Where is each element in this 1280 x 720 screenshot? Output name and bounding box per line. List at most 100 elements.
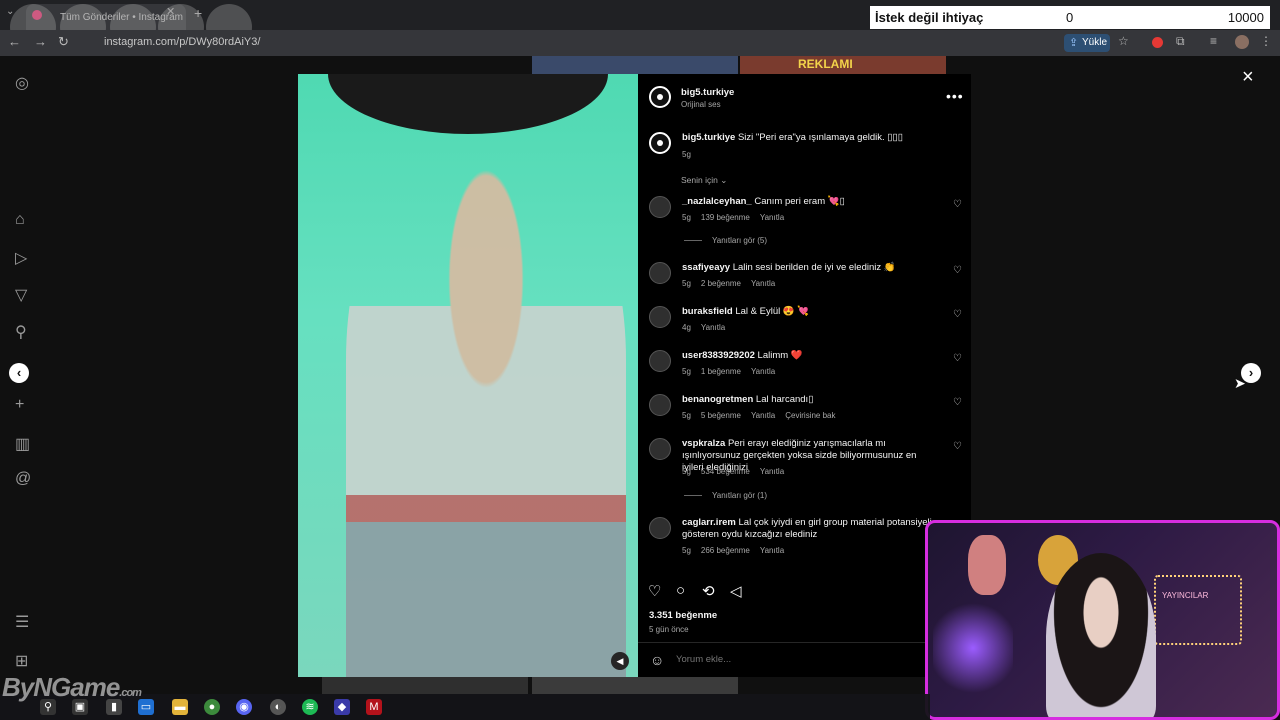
comment-time: 4g [682, 323, 691, 332]
browser-menu-icon[interactable]: ⋮ [1260, 34, 1272, 48]
comment-username[interactable]: ssafiyeayy [682, 262, 730, 273]
view-replies-label: Yanıtları gör (1) [712, 491, 767, 500]
comment-action[interactable]: Yanıtla [701, 323, 725, 332]
comment-action[interactable]: Çevirisine bak [785, 411, 835, 420]
caption-avatar[interactable] [649, 132, 671, 154]
menu-icon[interactable]: ☰ [15, 612, 29, 632]
comment-action[interactable]: 139 beğenme [701, 213, 750, 222]
comment-meta: 4g Yanıtla [682, 323, 735, 332]
view-replies-label: Yanıtları gör (5) [712, 236, 767, 245]
author-username[interactable]: big5.turkiye [681, 87, 734, 98]
chrome-icon[interactable]: ● [204, 699, 220, 715]
like-count[interactable]: 3.351 beğenme [649, 610, 717, 621]
comment-meta: 5g 266 beğenme Yanıtla [682, 546, 794, 555]
mcafee-icon[interactable]: M [366, 699, 382, 715]
upload-button[interactable]: ⇪ Yükle [1064, 34, 1110, 52]
extension-record-icon[interactable] [1152, 37, 1163, 48]
comment-avatar[interactable] [649, 262, 671, 284]
comment-avatar[interactable] [649, 438, 671, 460]
like-icon[interactable]: ♡ [648, 582, 661, 600]
comment-action[interactable]: 266 beğenme [701, 546, 750, 555]
obs-icon[interactable]: ◐ [270, 699, 286, 715]
caption-username[interactable]: big5.turkiye [682, 132, 735, 143]
reels-icon[interactable]: ▷ [15, 248, 27, 268]
reload-icon[interactable]: ↻ [58, 34, 69, 50]
close-modal-icon[interactable]: × [1242, 66, 1254, 89]
repost-icon[interactable]: ⟲ [702, 582, 715, 600]
view-replies-button[interactable]: Yanıtları gör (5) [684, 236, 767, 245]
comment-text: benanogretmen Lal harcandı▯ [682, 394, 937, 406]
watermark-main: ByNGame [2, 672, 120, 702]
post-date: 5 gün önce [649, 625, 689, 634]
author-avatar[interactable] [649, 86, 671, 108]
comment-body: Canım peri eram 💘▯ [754, 196, 845, 207]
post-video[interactable] [298, 74, 638, 677]
comment-action[interactable]: Yanıtla [760, 467, 784, 476]
comment-meta: 5g 534 beğenme Yanıtla [682, 467, 794, 476]
comment-icon[interactable]: ○ [676, 582, 685, 599]
messages-icon[interactable]: ▽ [15, 285, 27, 305]
emoji-icon[interactable]: ☺ [650, 652, 664, 668]
streamer [1046, 553, 1156, 717]
share-icon[interactable]: ◁ [730, 582, 742, 600]
comment-action[interactable]: 5 beğenme [701, 411, 741, 420]
comment-like-icon[interactable]: ♡ [953, 199, 962, 210]
address-bar[interactable]: instagram.com/p/DWy80rdAiY3/ [104, 36, 260, 48]
threads-icon[interactable]: @ [15, 470, 31, 488]
comment-avatar[interactable] [649, 306, 671, 328]
profile-avatar[interactable] [1235, 35, 1249, 49]
back-icon[interactable]: ← [8, 34, 21, 49]
comment-action[interactable]: 534 beğenme [701, 467, 750, 476]
comment-avatar[interactable] [649, 196, 671, 218]
comment-action[interactable]: Yanıtla [751, 279, 775, 288]
comment-text: ssafiyeayy Lalin sesi berilden de iyi ve… [682, 262, 937, 274]
comment-like-icon[interactable]: ♡ [953, 309, 962, 320]
comment-action[interactable]: Yanıtla [751, 367, 775, 376]
search-icon[interactable]: ⚲ [15, 322, 27, 342]
discord-icon[interactable]: ◉ [236, 699, 252, 715]
video-performer [346, 144, 626, 677]
previous-post-button[interactable]: ‹ [9, 363, 29, 383]
media-icon[interactable]: ≡ [1210, 34, 1217, 48]
goal-target: 10000 [1227, 10, 1264, 25]
backdrop-thumbnail [532, 677, 738, 694]
comment-action[interactable]: Yanıtla [760, 213, 784, 222]
instagram-logo-icon[interactable]: ◎ [15, 73, 29, 93]
mute-icon[interactable]: ◀ [611, 652, 629, 670]
comment-action[interactable]: Yanıtla [751, 411, 775, 420]
view-replies-button[interactable]: Yanıtları gör (1) [684, 491, 767, 500]
comment-sort-dropdown[interactable]: Senin için ⌄ [681, 175, 727, 186]
comment-body: Lalimm ❤️ [757, 350, 803, 361]
app-icon[interactable]: ◆ [334, 699, 350, 715]
audio-label[interactable]: Orijinal ses [681, 100, 721, 109]
comment-like-icon[interactable]: ♡ [953, 353, 962, 364]
comment-username[interactable]: caglarr.irem [682, 517, 736, 528]
comment-avatar[interactable] [649, 394, 671, 416]
comment-like-icon[interactable]: ♡ [953, 397, 962, 408]
folder-icon[interactable]: ▬ [172, 699, 188, 715]
create-icon[interactable]: + [15, 396, 24, 414]
home-icon[interactable]: ⌂ [15, 211, 25, 229]
comment-like-icon[interactable]: ♡ [953, 265, 962, 276]
comment-avatar[interactable] [649, 517, 671, 539]
spotify-icon[interactable]: ≋ [302, 699, 318, 715]
more-apps-icon[interactable]: ⊞ [15, 651, 28, 671]
comment-like-icon[interactable]: ♡ [953, 441, 962, 452]
more-options-icon[interactable]: ••• [946, 88, 964, 104]
comment-username[interactable]: _nazlalceyhan_ [682, 196, 752, 207]
comment-action[interactable]: 2 beğenme [701, 279, 741, 288]
dashboard-icon[interactable]: ▥ [15, 434, 30, 454]
bookmark-star-icon[interactable]: ☆ [1118, 34, 1129, 48]
extensions-icon[interactable]: ⧉ [1176, 34, 1185, 49]
comment-text: caglarr.irem Lal çok iyiydi en girl grou… [682, 517, 937, 541]
comment-action[interactable]: 1 beğenme [701, 367, 741, 376]
comment-input[interactable] [676, 654, 926, 665]
comment-username[interactable]: vspkralza [682, 438, 725, 449]
comment-username[interactable]: benanogretmen [682, 394, 753, 405]
comment-username[interactable]: user8383929202 [682, 350, 755, 361]
comment-action[interactable]: Yanıtla [760, 546, 784, 555]
comment-avatar[interactable] [649, 350, 671, 372]
forward-icon[interactable]: → [34, 34, 47, 49]
comment-username[interactable]: buraksfield [682, 306, 733, 317]
comment-body: Lalin sesi berilden de iyi ve elediniz 👏 [732, 262, 896, 273]
